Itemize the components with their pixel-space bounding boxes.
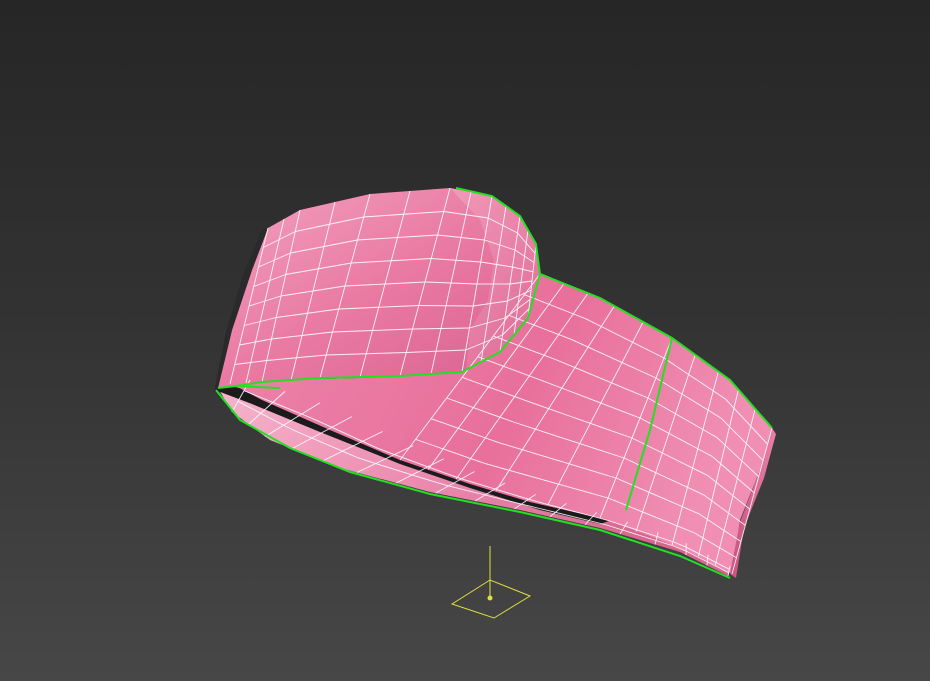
perspective-viewport[interactable] [0, 0, 930, 681]
mesh-object[interactable] [214, 187, 776, 579]
wire-edge [437, 282, 452, 284]
wire-edge [406, 351, 422, 353]
scene-canvas[interactable] [0, 0, 930, 681]
wire-edge [450, 282, 465, 284]
wire-edge [450, 349, 466, 352]
pivot-gizmo[interactable] [450, 546, 532, 619]
wire-edge [435, 350, 451, 352]
wire-edge [386, 352, 407, 354]
wire-edge [366, 352, 387, 355]
wire-edge [463, 283, 478, 285]
wire-edge [421, 350, 437, 353]
wire-edge [326, 353, 347, 356]
wire-edge [346, 353, 367, 355]
wire-edge [424, 281, 439, 283]
